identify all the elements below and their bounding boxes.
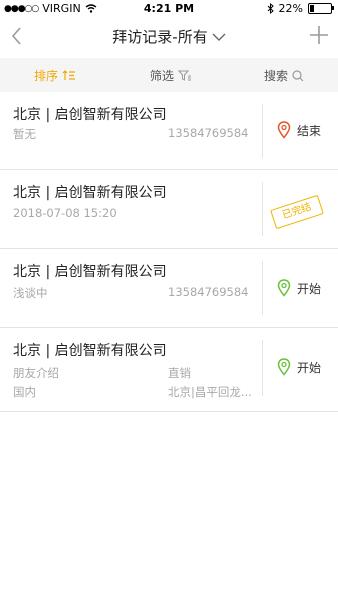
end-visit-button[interactable]: 结束 [277,121,321,139]
list-item[interactable]: 北京 | 启创智新有限公司 浅谈中 13584769584 开始 [0,249,338,328]
location-pin-icon [277,279,291,297]
phone-number: 13584769584 [168,126,249,140]
visit-time: 2018-07-08 15:20 [13,206,117,220]
company-name: 北京 | 启创智新有限公司 [13,107,167,123]
visit-status: 暂无 [13,127,36,141]
chevron-down-icon [212,33,226,41]
search-icon [292,69,304,81]
divider [262,261,263,315]
plus-icon[interactable] [308,24,330,46]
divider [262,182,263,236]
completed-stamp: 已完结 [270,194,324,230]
company-name: 北京 | 启创智新有限公司 [13,264,167,280]
divider [262,104,263,158]
visit-status: 浅谈中 [13,286,48,300]
divider [262,340,263,396]
action-label: 开始 [297,360,322,375]
sort-icon [62,70,76,80]
customer-region: 国内 [13,385,36,399]
start-visit-button[interactable]: 开始 [277,358,321,376]
visit-record-list: 北京 | 启创智新有限公司 暂无 13584769584 结束 北京 | 启创智… [0,92,338,412]
location-pin-icon [277,121,291,139]
battery-level [310,5,315,12]
company-name: 北京 | 启创智新有限公司 [13,343,167,359]
system-indicators: 22% [267,2,334,15]
location-pin-icon [277,358,291,376]
start-visit-button[interactable]: 开始 [277,279,321,297]
company-name: 北京 | 启创智新有限公司 [13,185,167,201]
address: 北京|昌平回龙... [168,385,252,399]
sales-channel: 直销 [168,366,191,380]
page-title: 拜访记录-所有 [112,28,208,46]
battery-icon [308,3,334,14]
search-label: 搜索 [264,69,289,83]
action-label: 结束 [297,123,322,138]
action-label: 开始 [297,281,322,296]
sort-button[interactable]: 排序 [34,67,76,84]
filter-label: 筛选 [150,69,175,83]
search-button[interactable]: 搜索 [264,67,304,84]
battery-percent: 22% [278,2,303,15]
phone-number: 13584769584 [168,285,249,299]
list-item[interactable]: 北京 | 启创智新有限公司 朋友介绍 国内 直销 北京|昌平回龙... 开始 [0,328,338,412]
sort-label: 排序 [34,69,59,83]
filter-button[interactable]: 筛选 [150,67,192,84]
filter-icon [178,70,192,81]
bluetooth-icon [267,3,274,14]
list-item[interactable]: 北京 | 启创智新有限公司 2018-07-08 15:20 已完结 [0,170,338,249]
status-bar: ●●●○○ VIRGIN 4:21 PM 22% [0,0,338,18]
page-title-dropdown[interactable]: 拜访记录-所有 [0,26,338,47]
customer-source: 朋友介绍 [13,366,59,380]
filter-toolbar: 排序 筛选 搜索 [0,58,338,92]
list-item[interactable]: 北京 | 启创智新有限公司 暂无 13584769584 结束 [0,92,338,170]
navigation-bar: 拜访记录-所有 [0,18,338,54]
